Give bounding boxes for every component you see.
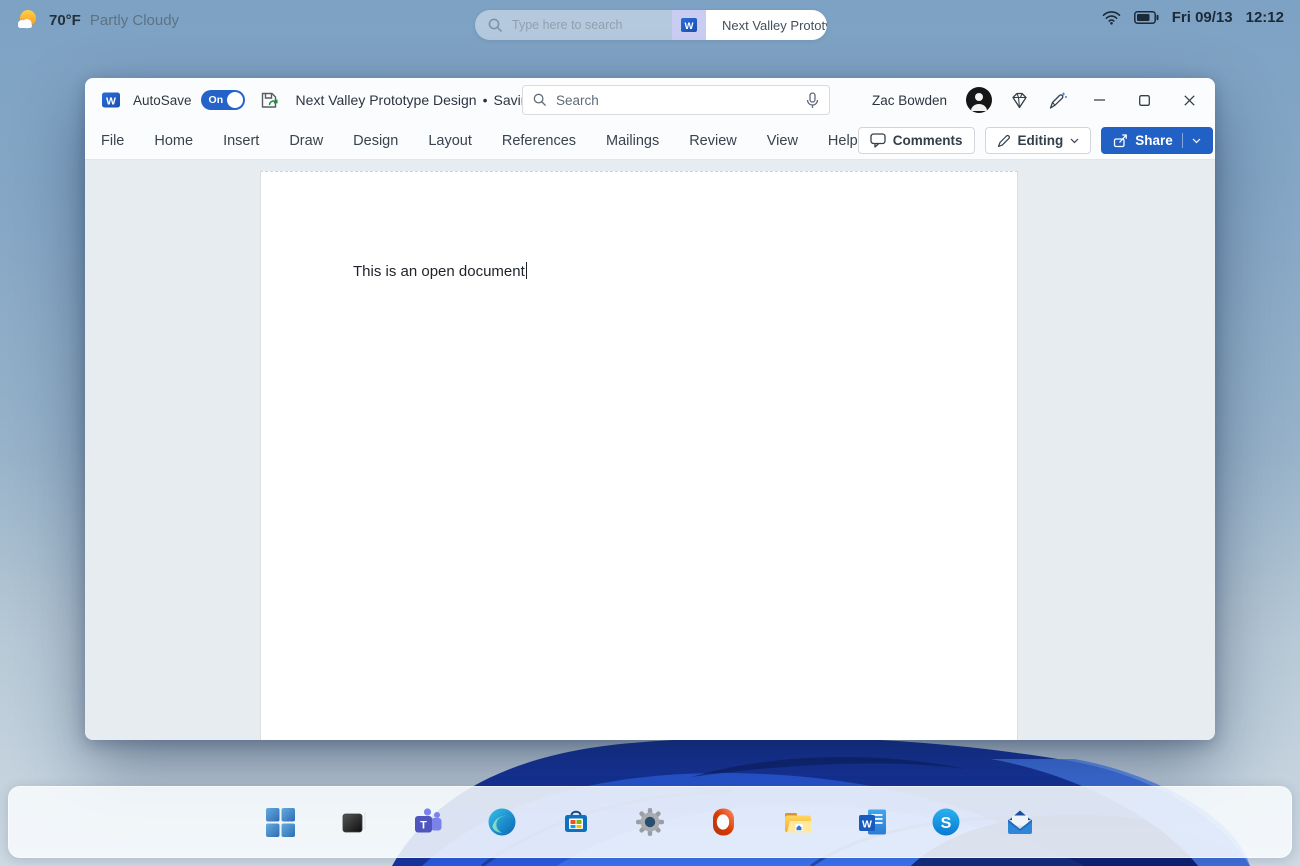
ribbon-search-input[interactable]	[556, 92, 797, 108]
comment-icon	[870, 133, 886, 148]
settings-button[interactable]	[633, 805, 667, 839]
microphone-icon[interactable]	[806, 91, 819, 109]
microsoft-store-icon	[565, 810, 587, 832]
partly-cloudy-icon	[18, 10, 36, 29]
skype-button[interactable]: S	[929, 805, 963, 839]
taskbar-search[interactable]: W Next Valley Prototype Design	[475, 10, 827, 40]
edge-button[interactable]	[485, 805, 519, 839]
svg-text:T: T	[420, 820, 427, 832]
microsoft-edge-icon	[488, 808, 516, 836]
word-titlebar: W AutoSave On Next Valley Prototype Desi…	[85, 78, 1215, 122]
document-canvas: This is an open document	[85, 160, 1215, 740]
share-button[interactable]: Share	[1101, 127, 1213, 154]
user-avatar[interactable]	[966, 87, 992, 113]
skype-icon: S	[932, 808, 960, 836]
maximize-button[interactable]	[1130, 86, 1158, 114]
svg-text:S: S	[941, 815, 952, 832]
minimize-button[interactable]	[1085, 86, 1113, 114]
weather-condition: Partly Cloudy	[89, 11, 180, 29]
text-cursor	[525, 262, 528, 279]
task-view-button[interactable]	[337, 805, 371, 839]
tab-design[interactable]: Design	[353, 133, 398, 149]
user-name[interactable]: Zac Bowden	[872, 93, 947, 108]
file-explorer-button[interactable]	[781, 805, 815, 839]
windows-start-icon	[265, 807, 295, 837]
tab-review[interactable]: Review	[689, 133, 737, 149]
autosave-toggle[interactable]: On	[200, 90, 245, 110]
start-button[interactable]	[263, 805, 297, 839]
save-button[interactable]	[259, 90, 280, 111]
wifi-icon[interactable]	[1102, 10, 1121, 25]
ribbon-right-controls: Comments Editing Share	[857, 127, 1215, 154]
pencil-icon	[997, 134, 1010, 147]
microsoft-word-icon: W	[858, 809, 886, 834]
autosave-toggle-state: On	[208, 93, 224, 106]
chevron-down-icon	[1070, 138, 1079, 143]
taskbar-search-field[interactable]	[475, 10, 672, 40]
toggle-knob	[226, 92, 243, 108]
weather-widget[interactable]: 70°F Partly Cloudy	[14, 8, 179, 32]
chevron-down-icon[interactable]	[1192, 138, 1201, 144]
system-tray: Fri 09/13 12:12	[1102, 9, 1284, 26]
share-icon	[1114, 134, 1128, 148]
clock-date[interactable]: Fri 09/13	[1172, 9, 1233, 26]
top-system-bar: 70°F Partly Cloudy W	[0, 0, 1300, 46]
tab-insert[interactable]: Insert	[223, 133, 259, 149]
word-button[interactable]: W	[855, 805, 889, 839]
clock-time[interactable]: 12:12	[1246, 9, 1284, 26]
document-body-text: This is an open document	[353, 262, 528, 280]
editor-pen-icon[interactable]	[1047, 91, 1068, 110]
microsoft-office-icon	[713, 808, 734, 836]
office-button[interactable]	[707, 805, 741, 839]
title-separator: •	[482, 92, 488, 108]
file-explorer-icon	[785, 813, 811, 833]
word-window: W AutoSave On Next Valley Prototype Desi…	[85, 78, 1215, 740]
tab-mailings[interactable]: Mailings	[606, 133, 659, 149]
word-app-icon: W	[102, 92, 120, 108]
taskbar-search-input[interactable]	[512, 18, 672, 32]
tab-draw[interactable]: Draw	[289, 133, 323, 149]
search-icon	[533, 93, 547, 107]
teams-button[interactable]: T	[411, 805, 445, 839]
weather-temperature: 70°F	[49, 11, 81, 29]
titlebar-right-controls: Zac Bowden	[872, 78, 1203, 122]
active-app-chip[interactable]: W Next Valley Prototype Design	[672, 10, 827, 40]
svg-text:W: W	[862, 818, 872, 830]
share-label: Share	[1135, 133, 1173, 148]
document-page[interactable]: This is an open document	[260, 171, 1018, 740]
ribbon-menubar: File Home Insert Draw Design Layout Refe…	[85, 122, 1215, 160]
document-title: Next Valley Prototype Design	[295, 92, 477, 108]
active-app-label: Next Valley Prototype Design	[706, 10, 827, 40]
settings-gear-icon	[636, 808, 664, 836]
svg-text:W: W	[106, 96, 116, 108]
close-button[interactable]	[1175, 86, 1203, 114]
store-button[interactable]	[559, 805, 593, 839]
tab-layout[interactable]: Layout	[428, 133, 472, 149]
battery-icon[interactable]	[1133, 11, 1159, 24]
task-view-icon	[342, 811, 366, 832]
comments-label: Comments	[892, 133, 963, 148]
tab-view[interactable]: View	[767, 133, 798, 149]
comments-button[interactable]: Comments	[857, 127, 975, 154]
editing-label: Editing	[1017, 133, 1064, 148]
tab-file[interactable]: File	[101, 133, 124, 149]
editing-button[interactable]: Editing	[984, 127, 1092, 154]
autosave-label: AutoSave	[133, 92, 192, 108]
share-divider	[1181, 133, 1183, 148]
microsoft-teams-icon: T	[415, 808, 442, 833]
taskbar-icons: T W S	[263, 805, 1037, 839]
premium-diamond-icon[interactable]	[1009, 91, 1030, 110]
tab-help[interactable]: Help	[828, 133, 858, 149]
word-chip-icon: W	[672, 10, 706, 40]
svg-text:W: W	[685, 21, 694, 32]
tab-home[interactable]: Home	[154, 133, 193, 149]
search-icon	[488, 18, 503, 32]
mail-button[interactable]	[1003, 805, 1037, 839]
ribbon-tabs: File Home Insert Draw Design Layout Refe…	[101, 133, 858, 149]
tab-references[interactable]: References	[502, 133, 576, 149]
mail-icon	[1008, 810, 1032, 834]
ribbon-search-box[interactable]	[522, 85, 830, 115]
taskbar: T W S	[8, 786, 1292, 858]
desktop-wallpaper: 70°F Partly Cloudy W	[0, 0, 1300, 866]
